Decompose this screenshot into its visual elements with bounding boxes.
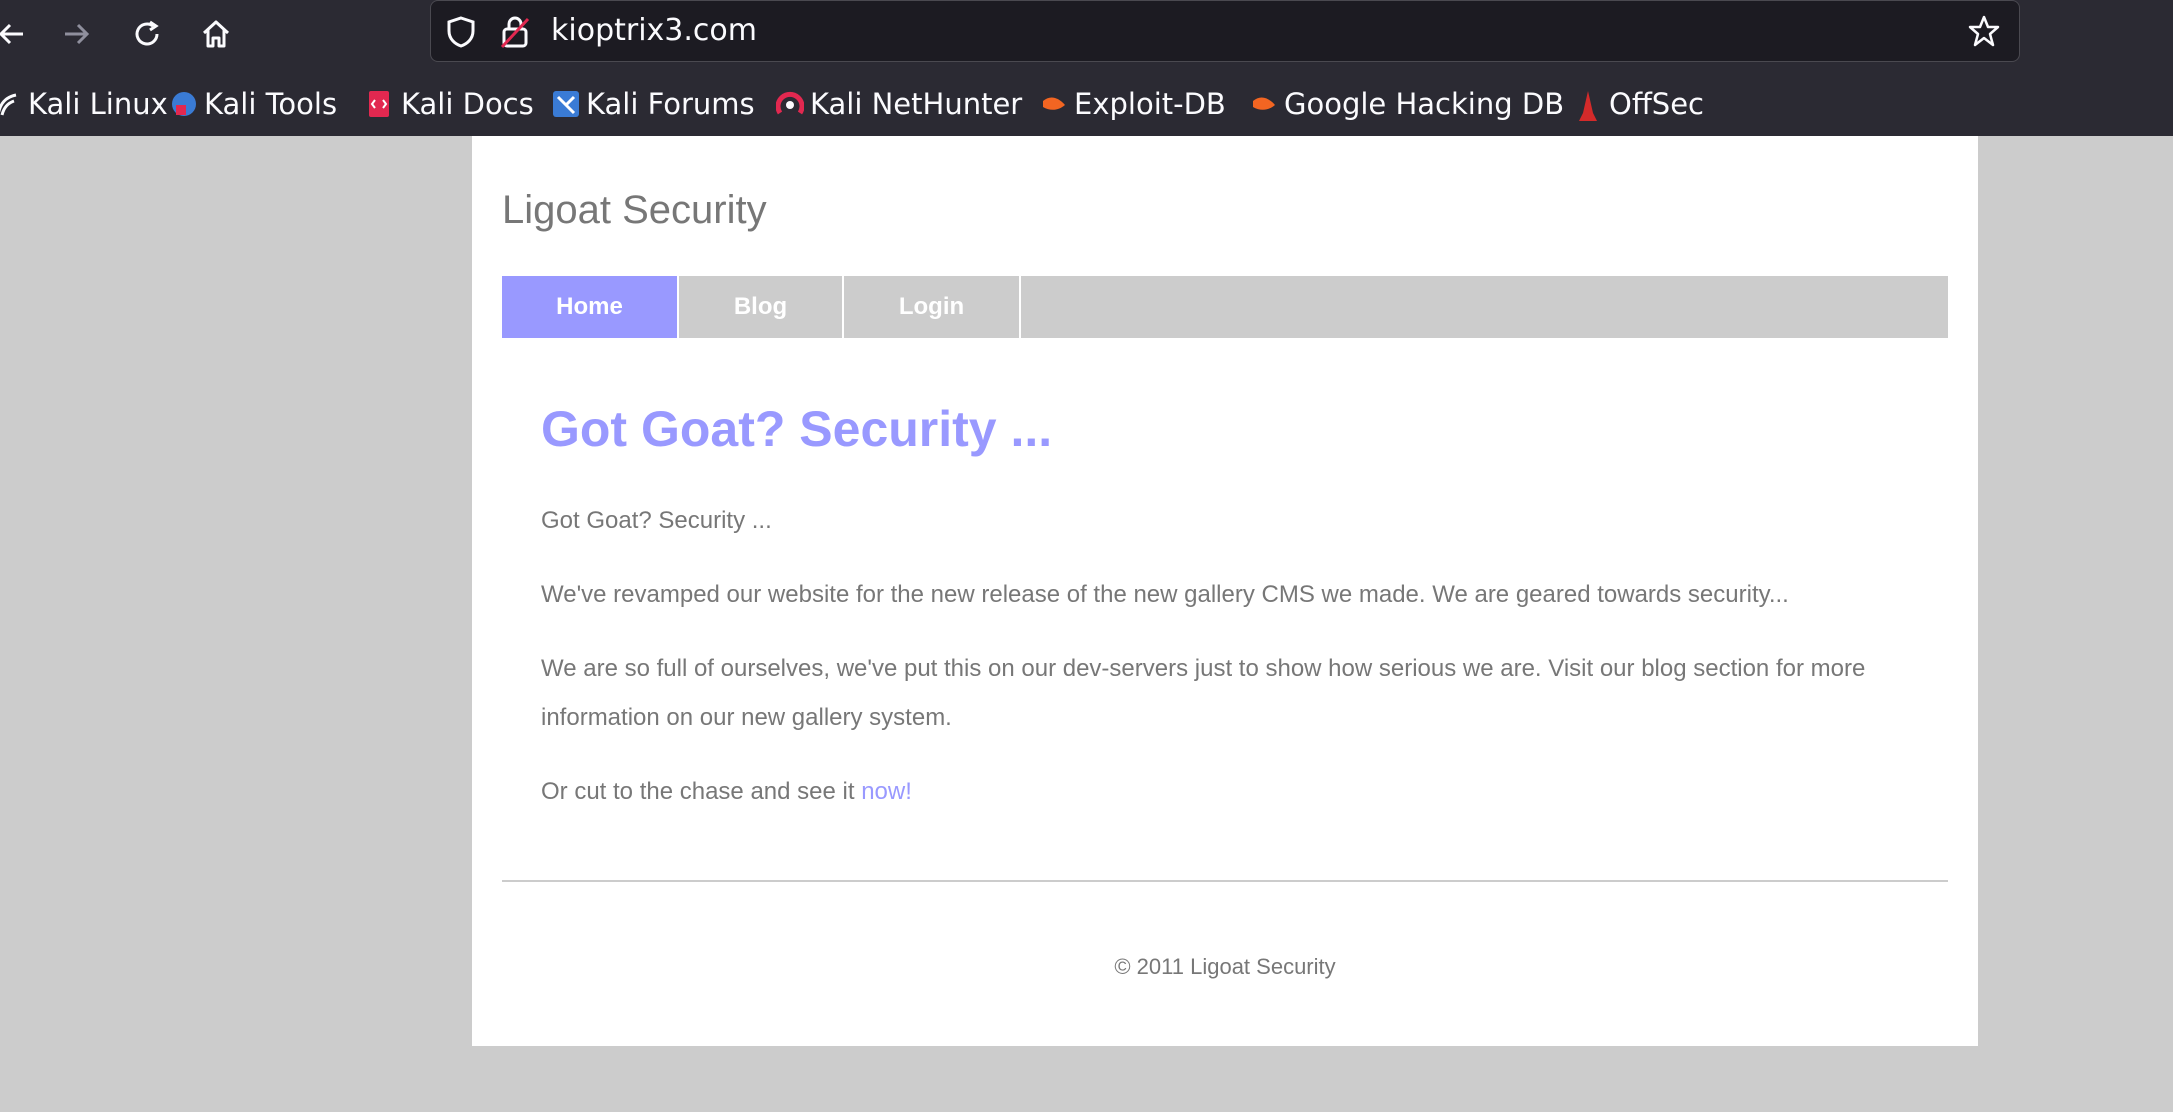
bookmark-label: Kali Linux <box>28 87 168 121</box>
bookmark-star-icon[interactable] <box>1967 14 2001 53</box>
bookmark-label: OffSec <box>1609 87 1705 121</box>
bookmark-kali-forums[interactable]: Kali Forums <box>552 86 755 122</box>
bookmark-label: Kali Docs <box>401 87 534 121</box>
bookmark-label: Exploit-DB <box>1074 87 1226 121</box>
kali-tools-icon <box>170 89 196 119</box>
bookmark-label: Kali NetHunter <box>810 87 1023 121</box>
reload-button[interactable] <box>127 14 167 54</box>
tracking-protection-shield-icon[interactable] <box>445 15 477 54</box>
bookmarks-toolbar: Kali Linux Kali Tools Kali Docs Kali For… <box>0 68 2173 136</box>
chase-text: Or cut to the chase and see it <box>541 778 862 805</box>
menu-item-blog[interactable]: Blog <box>679 276 844 338</box>
dev-servers-paragraph: We are so full of ourselves, we've put t… <box>541 655 1866 731</box>
chase-paragraph: Or cut to the chase and see it now! <box>541 767 1931 816</box>
forward-button[interactable] <box>56 14 96 54</box>
bookmark-kali-tools[interactable]: Kali Tools <box>170 86 337 122</box>
page-container: Ligoat Security Home Blog Login Got Goat… <box>472 136 1978 1046</box>
forward-arrow-icon <box>65 23 90 45</box>
home-icon <box>202 20 230 48</box>
footer-divider <box>502 880 1948 882</box>
page-heading: Got Goat? Security ... <box>541 401 1053 457</box>
revamp-paragraph: We've revamped our website for the new r… <box>541 581 1789 608</box>
bookmark-label: Google Hacking DB <box>1284 87 1565 121</box>
kali-dragon-icon <box>0 89 20 119</box>
bookmark-kali-docs[interactable]: Kali Docs <box>367 86 534 122</box>
bookmark-google-hacking-db[interactable]: Google Hacking DB <box>1250 86 1564 122</box>
intro-paragraph: Got Goat? Security ... <box>541 507 772 534</box>
browser-toolbar: kioptrix3.com <box>0 0 2173 68</box>
bookmark-label: Kali Forums <box>586 87 755 121</box>
kali-nethunter-icon <box>775 89 805 119</box>
offsec-icon <box>1575 89 1601 121</box>
kali-docs-icon <box>367 89 393 119</box>
reload-icon <box>135 20 159 46</box>
bookmark-kali-linux[interactable]: Kali Linux <box>0 86 168 122</box>
menu-item-home[interactable]: Home <box>502 276 679 338</box>
kali-forums-icon <box>552 89 579 119</box>
bookmark-kali-nethunter[interactable]: Kali NetHunter <box>775 86 1023 122</box>
home-button[interactable] <box>196 14 236 54</box>
footer-copyright: © 2011 Ligoat Security <box>1114 954 1336 979</box>
back-arrow-icon <box>0 23 23 45</box>
menu-item-login[interactable]: Login <box>844 276 1021 338</box>
bookmark-exploit-db[interactable]: Exploit-DB <box>1040 86 1226 122</box>
main-menu: Home Blog Login <box>502 276 1948 338</box>
site-title: Ligoat Security <box>502 188 767 232</box>
insecure-lock-icon[interactable] <box>499 14 531 55</box>
exploit-db-icon <box>1040 89 1066 119</box>
now-link[interactable]: now! <box>861 778 912 805</box>
back-button[interactable] <box>0 14 32 54</box>
address-bar[interactable]: kioptrix3.com <box>430 0 2020 62</box>
bookmark-label: Kali Tools <box>204 87 338 121</box>
url-text[interactable]: kioptrix3.com <box>551 13 757 49</box>
ghdb-icon <box>1250 89 1276 119</box>
bookmark-offsec[interactable]: OffSec <box>1575 86 1704 122</box>
